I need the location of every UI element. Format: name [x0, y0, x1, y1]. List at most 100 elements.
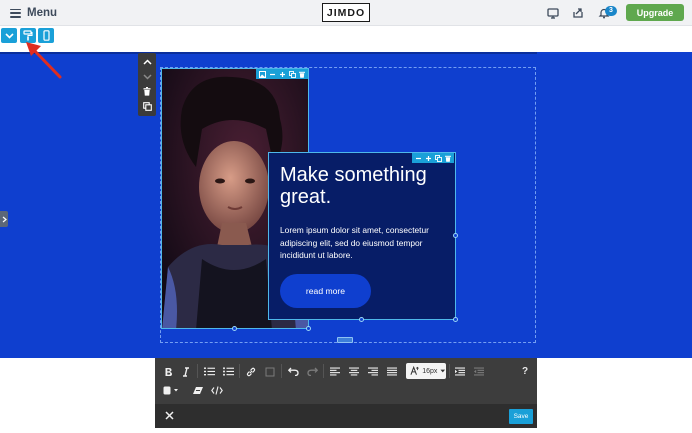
outdent-icon: [474, 367, 484, 376]
move-section-down-button[interactable]: [140, 70, 154, 83]
shrink-image-button[interactable]: [268, 70, 276, 78]
indent-button[interactable]: [452, 364, 468, 379]
outdent-button[interactable]: [471, 364, 487, 379]
align-center-button[interactable]: [346, 364, 362, 379]
remove-link-button[interactable]: [262, 364, 278, 379]
move-section-up-button[interactable]: [140, 55, 154, 68]
indent-icon: [455, 367, 465, 376]
undo-button[interactable]: [285, 364, 301, 379]
italic-button[interactable]: [178, 364, 194, 379]
undo-icon: [287, 367, 299, 376]
unlink-icon: [265, 367, 275, 376]
section-edge: [0, 52, 537, 54]
chevron-up-icon: [142, 58, 152, 65]
chevron-down-icon: [4, 32, 14, 39]
toolbar-divider: [449, 364, 450, 378]
font-size-value: 16px: [422, 367, 438, 375]
plus-icon: [425, 155, 431, 161]
ordered-list-icon: [203, 367, 215, 376]
toolbar-divider: [239, 364, 240, 378]
delete-text-block-button[interactable]: [444, 154, 452, 162]
delete-image-button[interactable]: [298, 70, 306, 78]
bullet-list-button[interactable]: [220, 364, 236, 379]
close-icon: [164, 411, 174, 420]
text-block-toolbar: [412, 153, 454, 163]
italic-icon: [183, 366, 189, 377]
redo-icon: [306, 367, 318, 376]
duplicate-image-button[interactable]: [288, 70, 296, 78]
chevron-right-icon: [2, 216, 7, 222]
trash-icon: [299, 71, 305, 78]
chevron-down-icon: [142, 73, 152, 80]
copy-icon: [288, 70, 296, 78]
text-size-icon: [410, 366, 419, 375]
help-button[interactable]: ?: [517, 364, 533, 379]
share-icon: [573, 8, 583, 18]
toolbar-divider: [197, 364, 198, 378]
monitor-icon: [547, 7, 559, 19]
headline-text[interactable]: Make something great.: [280, 164, 450, 208]
duplicate-section-button[interactable]: [140, 100, 154, 113]
text-resize-handle-bottom[interactable]: [359, 317, 364, 322]
align-left-button[interactable]: [327, 364, 343, 379]
html-source-button[interactable]: [209, 383, 225, 398]
read-more-button[interactable]: read more: [280, 274, 371, 308]
save-button[interactable]: Save: [509, 409, 533, 424]
bold-icon: [165, 367, 172, 376]
section-move-handle[interactable]: [337, 337, 353, 343]
top-bar: Menu JIMDO 3 Upgrade: [0, 0, 692, 26]
jimdo-editor: Menu JIMDO 3 Upgrade Make something grea…: [0, 0, 692, 433]
ordered-list-button[interactable]: [201, 364, 217, 379]
text-color-button[interactable]: [160, 383, 182, 398]
toolbar-divider: [281, 364, 282, 378]
color-swatch-icon: [163, 386, 178, 395]
link-icon: [246, 367, 256, 376]
jimdo-logo: JIMDO: [322, 3, 370, 22]
minus-icon: [415, 157, 421, 159]
image-resize-handle-corner[interactable]: [306, 326, 311, 331]
text-resize-handle-corner[interactable]: [453, 317, 458, 322]
font-size-select[interactable]: 16px: [406, 363, 446, 379]
image-toolbar: [256, 69, 308, 79]
grow-text-block-button[interactable]: [424, 154, 432, 162]
code-icon: [211, 386, 223, 395]
toolbar-divider: [323, 364, 324, 378]
shrink-text-block-button[interactable]: [414, 154, 422, 162]
close-editor-button[interactable]: [161, 408, 177, 423]
side-panel-toggle[interactable]: [0, 211, 8, 227]
trash-icon: [143, 87, 151, 96]
duplicate-text-block-button[interactable]: [434, 154, 442, 162]
image-icon: [258, 70, 266, 78]
image-resize-handle-bottom[interactable]: [232, 326, 237, 331]
bold-button[interactable]: [160, 364, 176, 379]
bullet-list-icon: [222, 367, 234, 376]
align-justify-icon: [387, 367, 397, 376]
clear-formatting-button[interactable]: [190, 383, 206, 398]
align-center-icon: [349, 367, 359, 376]
desktop-preview-button[interactable]: [546, 6, 560, 20]
menu-label: Menu: [27, 7, 58, 19]
body-text[interactable]: Lorem ipsum dolor sit amet, consectetur …: [280, 224, 448, 262]
eraser-icon: [193, 387, 203, 394]
minus-icon: [269, 73, 275, 75]
image-settings-button[interactable]: [258, 70, 266, 78]
caret-down-icon: [440, 369, 446, 373]
insert-link-button[interactable]: [243, 364, 259, 379]
align-justify-button[interactable]: [384, 364, 400, 379]
share-button[interactable]: [571, 6, 585, 20]
notification-count-badge: 3: [605, 6, 617, 16]
grow-image-button[interactable]: [278, 70, 286, 78]
text-resize-handle-right[interactable]: [453, 233, 458, 238]
delete-section-button[interactable]: [140, 85, 154, 98]
align-left-icon: [330, 367, 340, 376]
upgrade-button[interactable]: Upgrade: [626, 4, 684, 21]
align-right-icon: [368, 367, 378, 376]
plus-icon: [279, 71, 285, 77]
menu-button[interactable]: Menu: [10, 4, 57, 22]
section-toolbar: [138, 53, 156, 116]
annotation-arrow-icon: [26, 42, 62, 79]
align-right-button[interactable]: [365, 364, 381, 379]
redo-button[interactable]: [304, 364, 320, 379]
copy-icon: [142, 102, 152, 111]
collapse-toolbar-button[interactable]: [1, 28, 17, 43]
